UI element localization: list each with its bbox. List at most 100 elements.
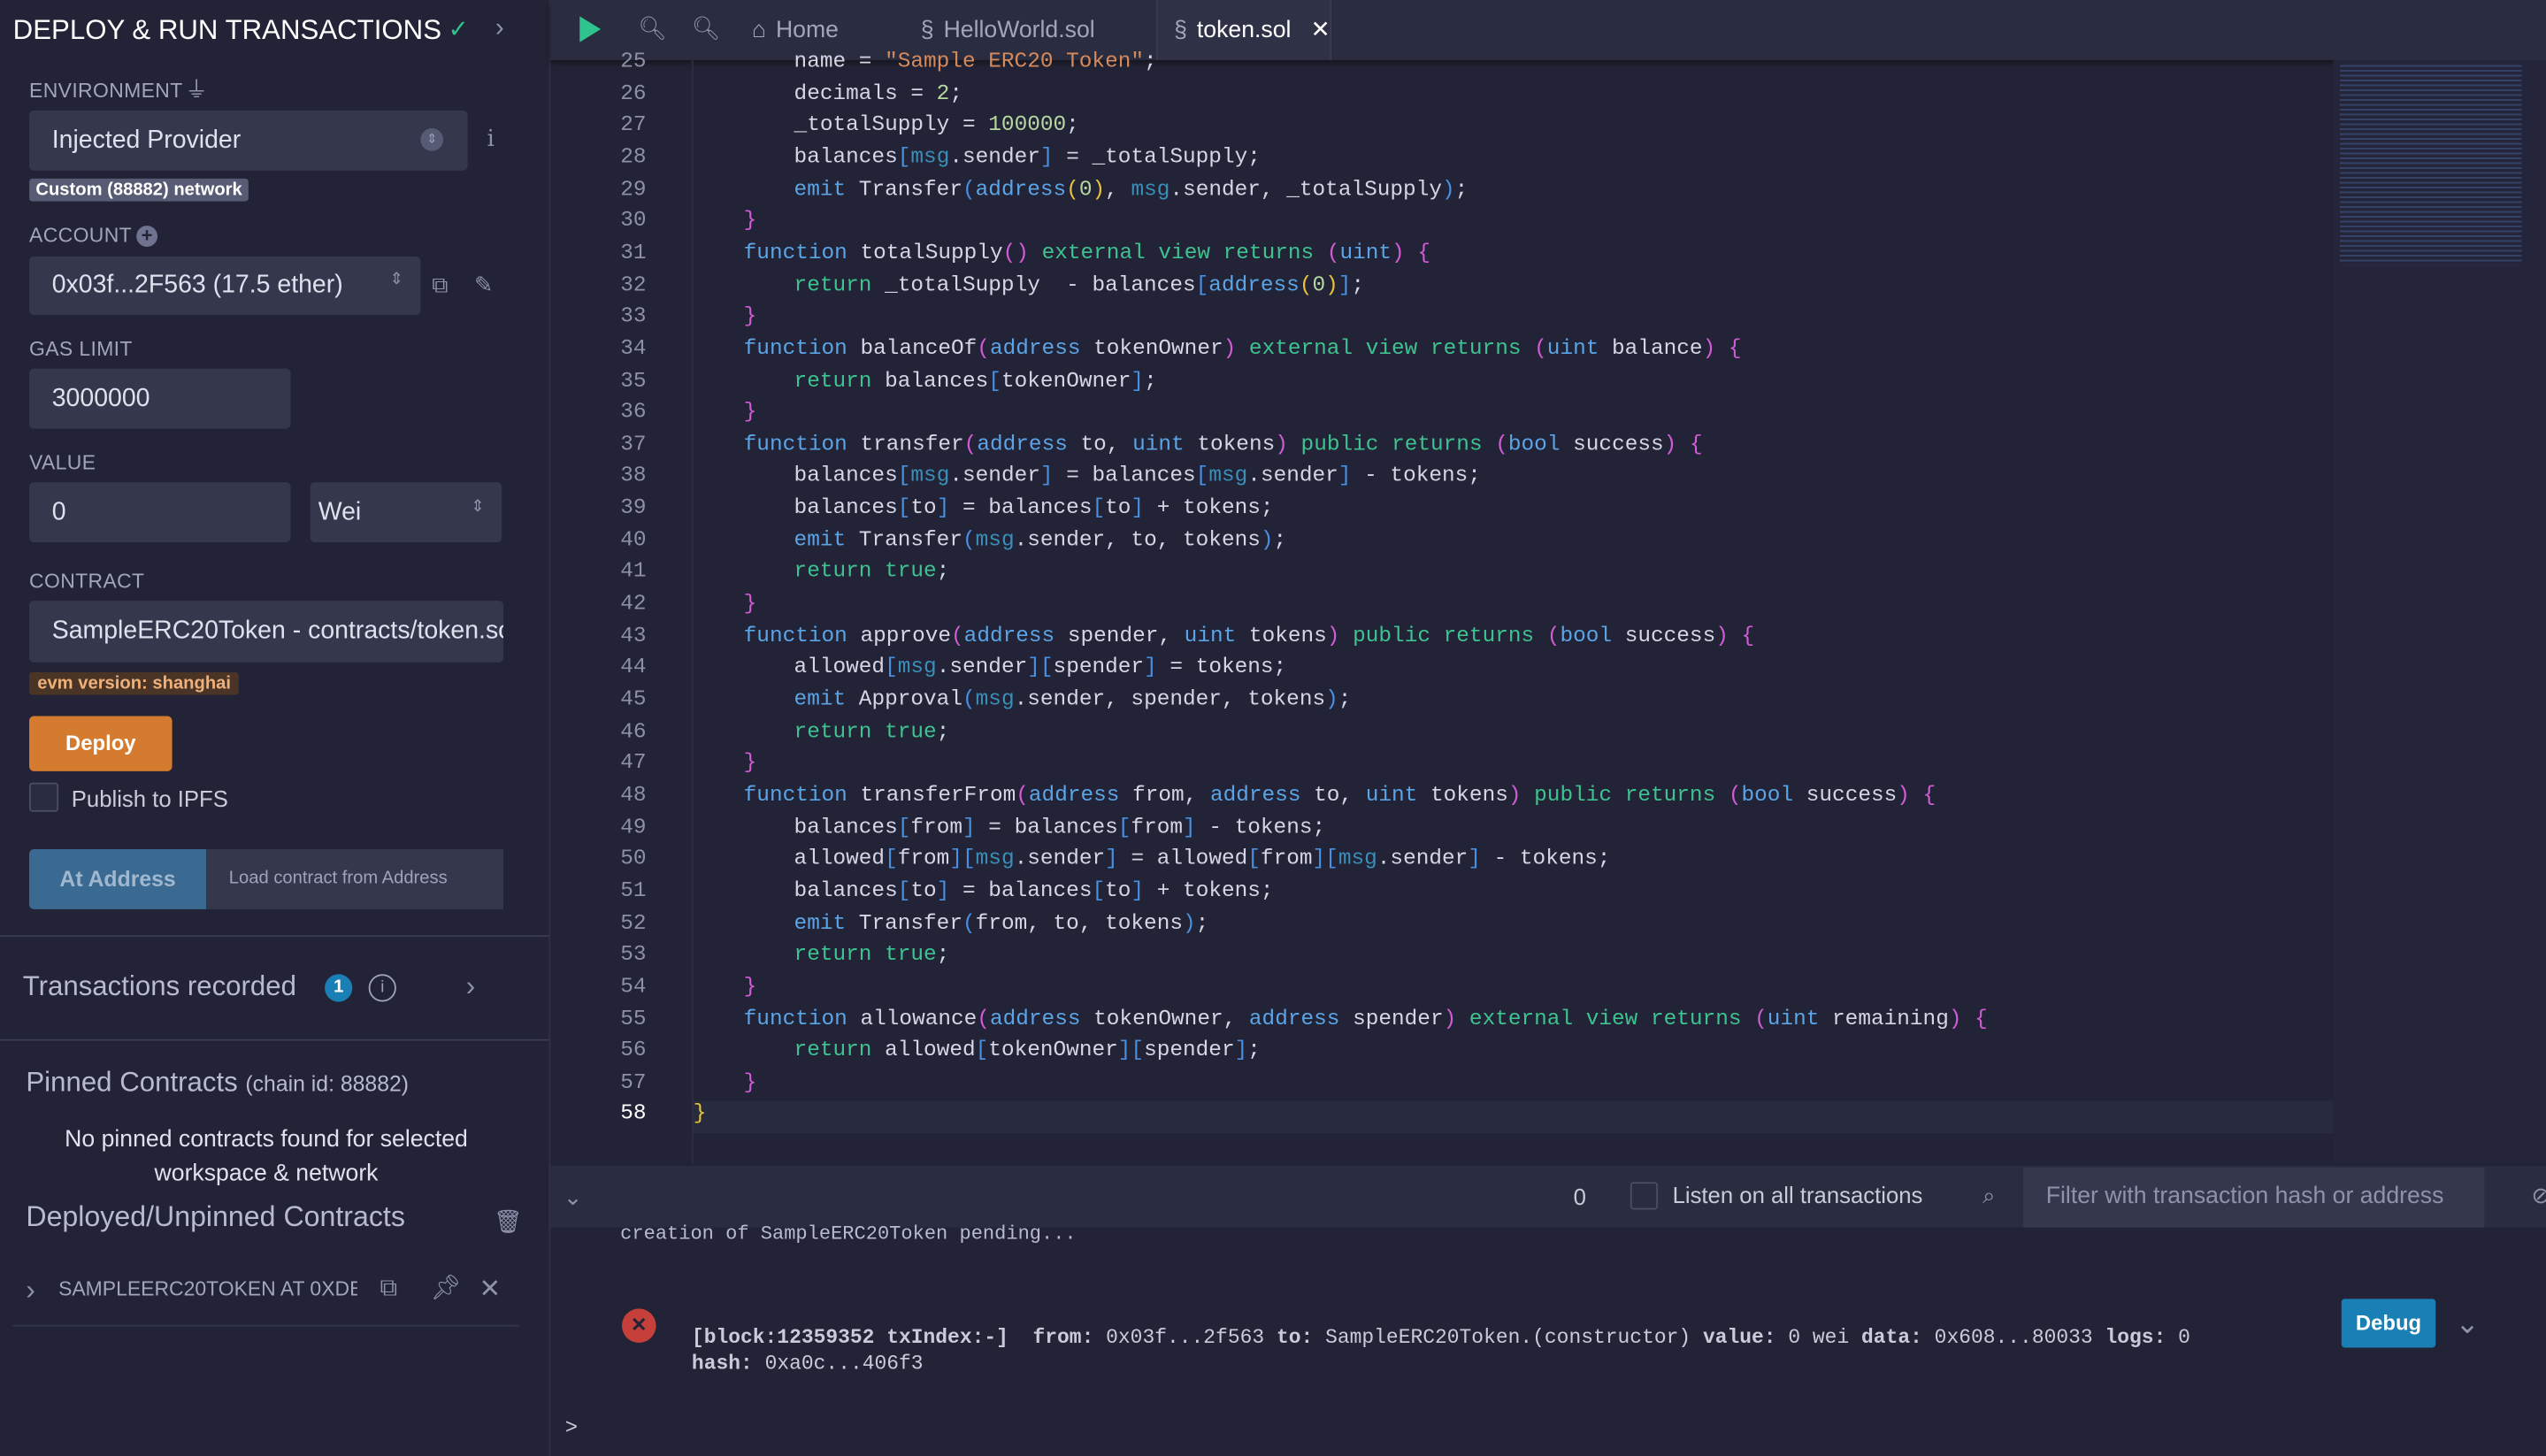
code-token: { (1741, 623, 1755, 648)
copy-icon[interactable]: ⧉ (432, 272, 448, 299)
code-token: ) (1223, 335, 1237, 361)
code-line[interactable]: decimals = 2; (794, 80, 962, 105)
code-token: address (975, 176, 1067, 201)
code-line[interactable]: balances[msg.sender] = _totalSupply; (794, 144, 1261, 169)
code-line[interactable]: balances[to] = balances[to] + tokens; (794, 495, 1274, 520)
gas-limit-input[interactable]: 3000000 (29, 368, 291, 429)
code-line[interactable]: } (744, 1069, 757, 1094)
tab-token[interactable]: § token.sol ✕ (1155, 0, 1332, 60)
code-line[interactable]: emit Approval(msg.sender, spender, token… (794, 686, 1352, 711)
select-arrows-icon: ⇕ (420, 128, 444, 151)
code-line[interactable]: } (694, 1101, 707, 1126)
solidity-icon: § (920, 17, 934, 43)
code-token: balances (794, 494, 898, 520)
code-token: .sender, spender, tokens (1014, 686, 1326, 711)
zoom-in-icon[interactable]: 🔍︎ (692, 15, 721, 42)
code-line[interactable]: return _totalSupply - balances[address(0… (794, 272, 1365, 297)
code-line[interactable]: } (744, 591, 757, 616)
chevron-right-icon[interactable]: › (495, 15, 504, 44)
code-line[interactable]: } (744, 304, 757, 329)
value-input[interactable]: 0 (29, 482, 291, 543)
code-line[interactable]: function allowance(address tokenOwner, a… (744, 1006, 1988, 1031)
line-number: 49 (620, 814, 647, 839)
clear-icon[interactable]: ⊘ (2532, 1182, 2546, 1209)
code-token: _totalSupply = (794, 112, 989, 137)
trash-icon[interactable]: 🗑 (494, 1208, 523, 1236)
close-tab-icon[interactable]: ✕ (1310, 17, 1330, 42)
collapse-terminal-icon[interactable]: ⌄ (564, 1184, 583, 1211)
contract-select[interactable]: SampleERC20Token - contracts/token.sol (29, 601, 504, 663)
code-line[interactable]: return true; (794, 559, 950, 584)
listen-checkbox[interactable] (1630, 1182, 1659, 1210)
terminal-prompt[interactable]: > (565, 1416, 578, 1441)
code-line[interactable]: emit Transfer(msg.sender, to, tokens); (794, 527, 1287, 552)
code-line[interactable]: _totalSupply = 100000; (794, 112, 1079, 137)
copy-icon[interactable]: ⧉ (380, 1275, 398, 1302)
info-icon[interactable]: i (487, 126, 495, 152)
code-token: balances (794, 877, 898, 903)
code-line[interactable]: } (744, 974, 757, 999)
code-line[interactable]: return balances[tokenOwner]; (794, 368, 1157, 393)
code-token: function (743, 623, 847, 648)
deployed-contract-item[interactable]: SAMPLEERC20TOKEN AT 0XDB9 (58, 1278, 357, 1301)
at-address-button[interactable]: At Address (29, 848, 207, 909)
chevron-right-icon[interactable]: › (466, 971, 475, 1004)
info-circle-icon[interactable]: i (368, 974, 396, 1002)
code-line[interactable]: allowed[msg.sender][spender] = tokens; (794, 655, 1287, 679)
code-token: _totalSupply - balances (871, 272, 1196, 297)
code-line[interactable]: balances[to] = balances[to] + tokens; (794, 878, 1274, 903)
code-token: from (910, 814, 962, 839)
code-token: address (1248, 1006, 1340, 1031)
code-token: = allowed (1117, 846, 1248, 871)
code-line[interactable]: balances[from] = balances[from] - tokens… (794, 815, 1326, 839)
code-line[interactable]: function transfer(address to, uint token… (744, 432, 1703, 456)
code-line[interactable]: balances[msg.sender] = balances[msg.send… (794, 464, 1481, 488)
pending-message: creation of SampleERC20Token pending... (620, 1222, 1077, 1245)
code-line[interactable]: } (744, 208, 757, 233)
expand-chevron-icon[interactable]: ⌄ (2455, 1307, 2480, 1342)
code-token: ][ (1312, 846, 1338, 871)
filter-input[interactable]: Filter with transaction hash or address (2023, 1167, 2485, 1228)
environment-select[interactable]: Injected Provider (29, 110, 468, 171)
line-number: 38 (620, 463, 647, 488)
transactions-recorded-label[interactable]: Transactions recorded (23, 971, 296, 1004)
chain-id: (chain id: 88882) (245, 1071, 410, 1096)
code-line[interactable]: return true; (794, 718, 950, 743)
code-line[interactable]: return allowed[tokenOwner][spender]; (794, 1038, 1261, 1062)
code-line[interactable]: emit Transfer(from, to, tokens); (794, 910, 1209, 935)
code-token: address (989, 335, 1081, 361)
zoom-out-icon[interactable]: 🔍︎ (638, 15, 667, 42)
transaction-log[interactable]: [block:12359352 txIndex:-] from: 0x03f..… (692, 1299, 2190, 1376)
code-line[interactable]: function totalSupply() external view ret… (744, 240, 1430, 264)
code-line[interactable]: name = "Sample ERC20 Token"; (794, 49, 1157, 73)
close-icon[interactable]: ✕ (479, 1273, 501, 1306)
edit-icon[interactable]: ✎ (474, 272, 494, 299)
minimap[interactable] (2333, 59, 2546, 1165)
chevron-right-icon[interactable]: › (26, 1275, 35, 1307)
account-select[interactable]: 0x03f...2F563 (17.5 ether) (29, 257, 421, 316)
code-token: [ (897, 877, 911, 903)
code-line[interactable]: emit Transfer(address(0), msg.sender, _t… (794, 176, 1469, 201)
tx-to: SampleERC20Token.(constructor) (1325, 1326, 1691, 1350)
run-icon[interactable] (579, 16, 602, 42)
code-line[interactable]: allowed[from][msg.sender] = allowed[from… (794, 847, 1611, 871)
load-contract-address-input[interactable]: Load contract from Address (206, 848, 504, 909)
code-token: ( (1546, 623, 1561, 648)
deploy-button[interactable]: Deploy (29, 716, 173, 771)
publish-ipfs-checkbox[interactable] (29, 782, 59, 812)
minimap-content (2339, 63, 2522, 265)
code-token: spender (1053, 655, 1145, 679)
code-line[interactable]: return true; (794, 942, 950, 967)
code-line[interactable]: } (744, 400, 757, 425)
add-account-icon[interactable]: + (136, 225, 158, 247)
code-token: ( (977, 1006, 990, 1031)
code-token: [ (897, 494, 911, 520)
code-line[interactable]: function balanceOf(address tokenOwner) e… (744, 336, 1742, 361)
debug-button[interactable]: Debug (2341, 1299, 2436, 1348)
pin-icon[interactable]: 📌︎ (430, 1273, 461, 1302)
code-token: ) (1948, 1006, 1962, 1031)
code-line[interactable]: } (744, 751, 757, 776)
code-line[interactable]: function transferFrom(address from, addr… (744, 783, 1936, 808)
code-token: ( (962, 909, 976, 935)
code-line[interactable]: function approve(address spender, uint t… (744, 623, 1755, 648)
